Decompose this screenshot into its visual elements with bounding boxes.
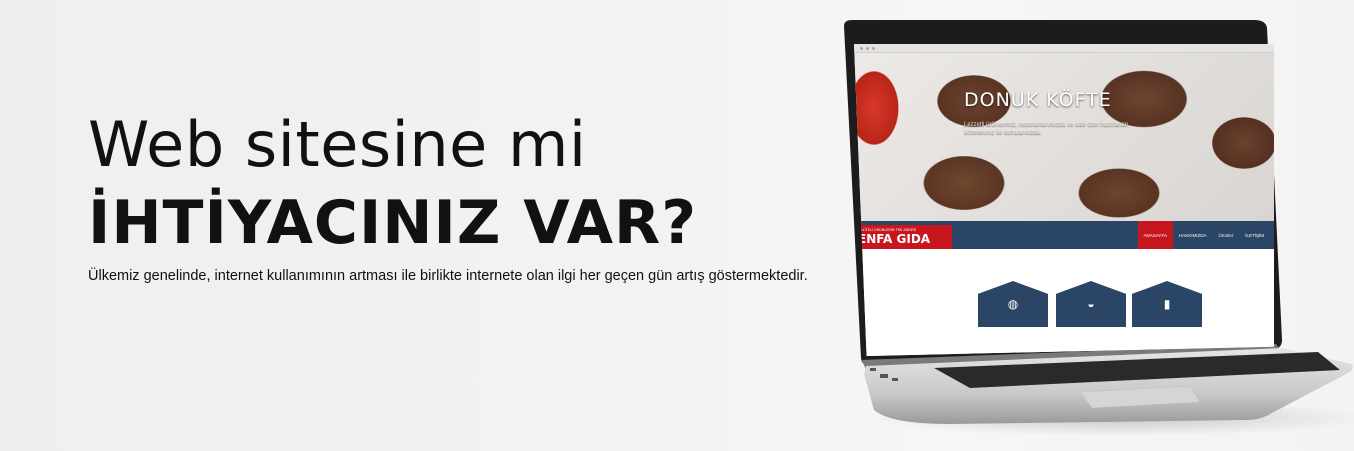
site-nav-item-home: ANASAYFA	[1137, 221, 1173, 249]
product-icon: ▮	[1132, 281, 1202, 327]
site-logo-text: ENFA GIDA	[858, 232, 931, 246]
site-nav: KALİTELİ ÜRÜNLERİN TEK ADRESİ ENFA GIDA …	[854, 221, 1274, 249]
site-hero-description: Lezzetli ürünlerimiz, restoranlarımızda …	[964, 122, 1129, 136]
headline-line-2: İHTİYACINIZ VAR?	[88, 188, 698, 258]
site-nav-item-contact: İLETİŞİM	[1245, 232, 1264, 238]
laptop-mockup: DONUK KÖFTE Lezzetli ürünlerimiz, restor…	[830, 18, 1354, 438]
site-nav-item-about: HAKKIMIZDA	[1178, 232, 1207, 238]
browser-bar	[854, 44, 1274, 53]
drink-icon: ◍	[978, 281, 1048, 327]
site-body: ◍ ◒ ▮	[854, 249, 1274, 356]
browser-dot	[872, 46, 875, 50]
site-logo-tagline: KALİTELİ ÜRÜNLERİN TEK ADRESİ	[858, 228, 917, 232]
headline-line-1: Web sitesine mi	[88, 108, 587, 181]
browser-dot	[860, 46, 863, 50]
food-icon: ◒	[1056, 281, 1126, 327]
site-hero-image: DONUK KÖFTE Lezzetli ürünlerimiz, restor…	[854, 53, 1274, 221]
laptop-screen: DONUK KÖFTE Lezzetli ürünlerimiz, restor…	[854, 44, 1274, 356]
site-hero-title: DONUK KÖFTE	[964, 89, 1112, 111]
hero-text: Web sitesine mi İHTİYACINIZ VAR? Ülkemiz…	[88, 108, 868, 284]
site-logo: KALİTELİ ÜRÜNLERİN TEK ADRESİ ENFA GIDA	[854, 225, 952, 249]
site-nav-item-products: Ürünler	[1218, 232, 1234, 238]
hero-subtext: Ülkemiz genelinde, internet kullanımının…	[88, 268, 808, 284]
browser-dot	[866, 46, 869, 50]
